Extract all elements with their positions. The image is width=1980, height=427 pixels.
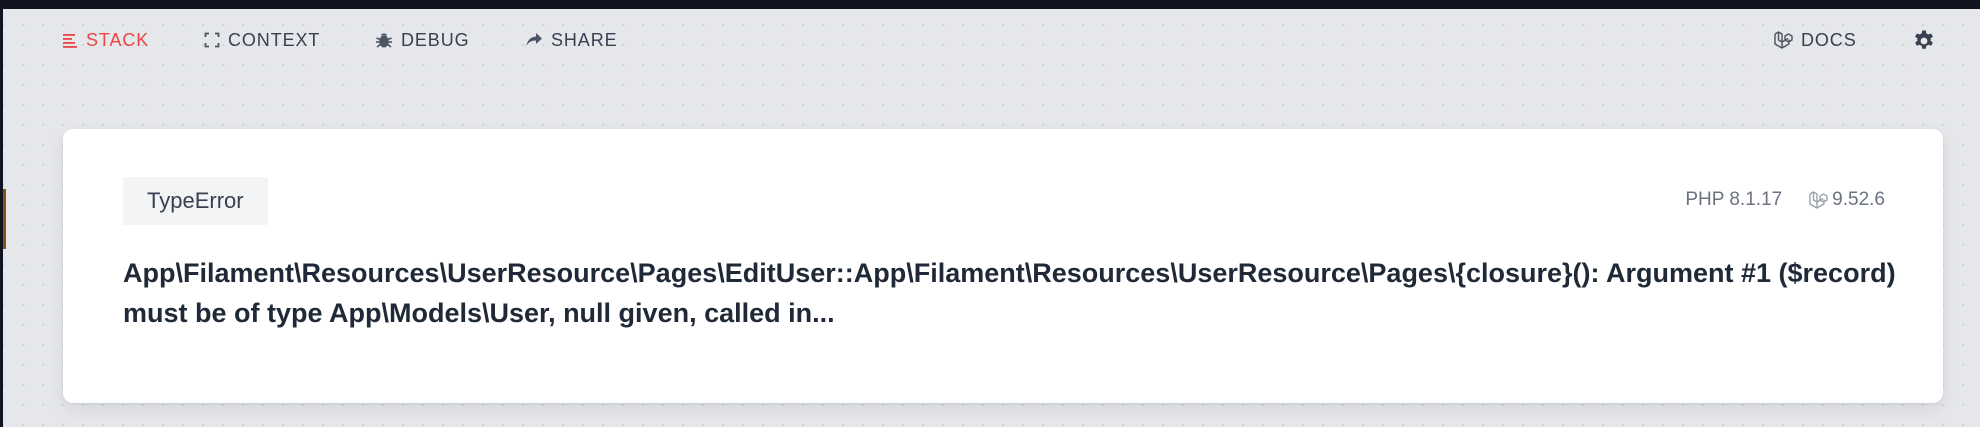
tab-debug-label: DEBUG bbox=[401, 29, 470, 50]
tab-debug[interactable]: DEBUG bbox=[375, 28, 470, 52]
background-window-edge bbox=[3, 189, 6, 249]
php-version: PHP 8.1.17 bbox=[1685, 189, 1783, 210]
tab-share-label: SHARE bbox=[551, 29, 618, 50]
share-icon bbox=[526, 33, 542, 46]
docs-link[interactable]: DOCS bbox=[1773, 28, 1857, 52]
tab-context-label: CONTEXT bbox=[228, 29, 321, 50]
tab-stack-label: STACK bbox=[86, 29, 150, 50]
laravel-version-text: 9.52.6 bbox=[1832, 189, 1885, 210]
exception-message: App\Filament\Resources\UserResource\Page… bbox=[123, 258, 1896, 328]
laravel-version: 9.52.6 bbox=[1808, 189, 1885, 211]
stack-icon bbox=[63, 34, 77, 48]
exception-type-badge: TypeError bbox=[123, 177, 268, 225]
tab-context[interactable]: CONTEXT bbox=[204, 28, 320, 52]
error-page: STACK CONTEXT DEBUG SHARE DOCS TypeError… bbox=[3, 9, 1980, 427]
bug-icon bbox=[376, 33, 392, 48]
settings-button[interactable] bbox=[1912, 29, 1936, 53]
error-card: TypeError PHP 8.1.17 9.52.6 App\Filament… bbox=[63, 129, 1943, 403]
laravel-icon bbox=[1809, 191, 1828, 209]
laravel-docs-icon bbox=[1774, 31, 1793, 49]
gear-icon bbox=[1915, 30, 1933, 49]
version-info: PHP 8.1.17 9.52.6 bbox=[1685, 189, 1885, 211]
docs-label: DOCS bbox=[1801, 29, 1857, 50]
context-icon bbox=[204, 32, 220, 48]
top-nav: STACK CONTEXT DEBUG SHARE DOCS bbox=[3, 9, 1980, 69]
exception-type: TypeError bbox=[147, 188, 244, 213]
tab-stack[interactable]: STACK bbox=[62, 28, 149, 52]
tab-share[interactable]: SHARE bbox=[525, 28, 618, 52]
